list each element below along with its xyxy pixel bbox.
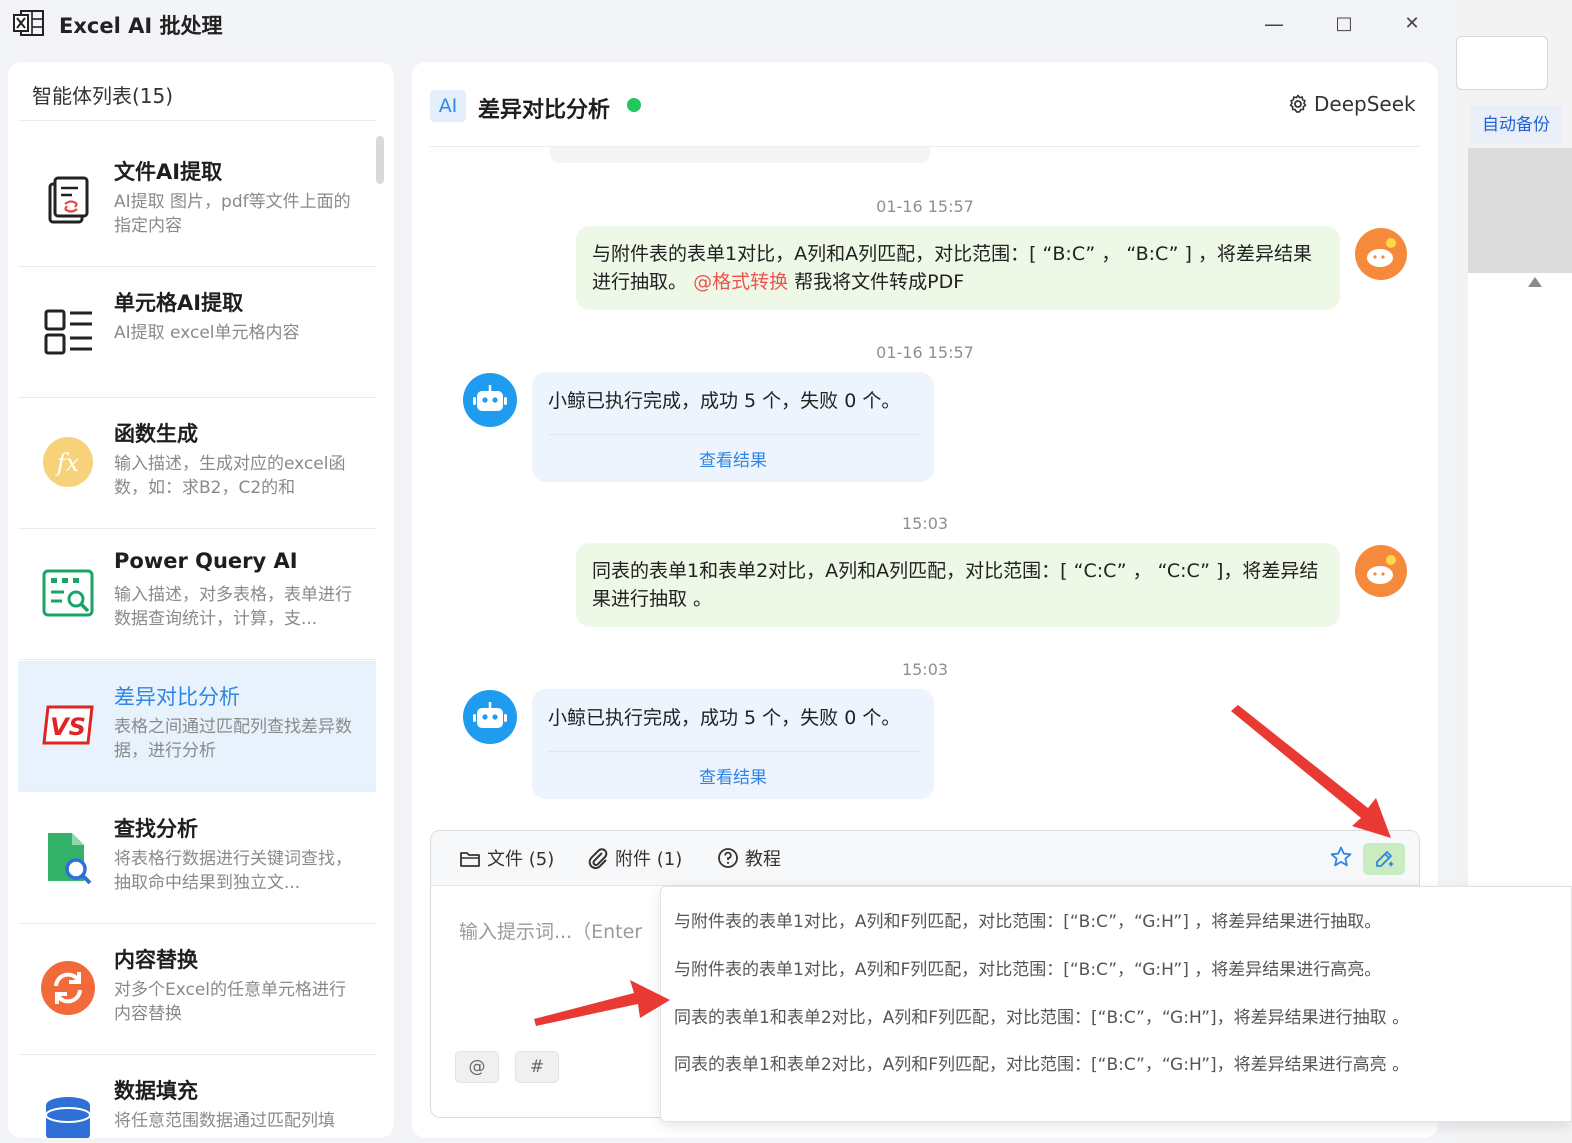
suggestion-item[interactable]: 与附件表的表单1对比，A列和F列匹配，对比范围：[“B:C”，“G:H”] ，将… (674, 907, 1381, 932)
tutorial-label: 教程 (745, 849, 781, 870)
background-list (1468, 273, 1572, 893)
view-result-link[interactable]: 查看结果 (532, 446, 934, 471)
vs-icon: VS (42, 705, 94, 745)
agent-item-search-analysis[interactable]: 查找分析 将表格行数据进行关键词查找，抽取命中结果到独立文... (18, 793, 376, 924)
divider (548, 434, 920, 435)
previous-message-stub (550, 147, 930, 163)
agent-description: 对多个Excel的任意单元格进行内容替换 (114, 980, 347, 1024)
agent-mention[interactable]: @格式转换 (693, 271, 788, 293)
agent-description: 输入描述，生成对应的excel函数，如：求B2，C2的和 (114, 454, 346, 498)
agent-name: 内容替换 (114, 948, 198, 972)
excel-app-icon (13, 10, 44, 36)
ai-badge: AI (430, 90, 466, 122)
suggestion-item[interactable]: 与附件表的表单1对比，A列和F列匹配，对比范围：[“B:C”，“G:H”] ，将… (674, 955, 1381, 980)
user-message-bubble: 与附件表的表单1对比，A列和A列匹配，对比范围：[ “B:C” ， “B:C” … (576, 226, 1340, 310)
agent-item-file-ai-extract[interactable]: 文件AI提取 AI提取 图片，pdf等文件上面的指定内容 (18, 136, 376, 267)
auto-backup-button[interactable]: 自动备份 (1470, 106, 1562, 144)
svg-text:VS: VS (50, 713, 86, 741)
close-button[interactable]: ✕ (1392, 8, 1432, 40)
attachments-button[interactable]: 附件 (1) (587, 845, 682, 871)
model-name: DeepSeek (1314, 92, 1416, 116)
query-table-icon (42, 569, 94, 617)
mention-chip-button[interactable]: @ (455, 1051, 499, 1083)
agent-item-diff-compare[interactable]: VS 差异对比分析 表格之间通过匹配列查找差异数据，进行分析 (18, 661, 376, 792)
agent-description: AI提取 excel单元格内容 (114, 323, 300, 343)
agent-name: 数据填充 (114, 1079, 198, 1103)
message-text: 同表的表单1和表单2对比，A列和A列匹配，对比范围：[ “C:C” ， “C:C… (592, 560, 1319, 610)
folder-icon (460, 852, 480, 867)
suggestion-item[interactable]: 同表的表单1和表单2对比，A列和F列匹配，对比范围：[“B:C”，“G:H”]，… (674, 1003, 1409, 1028)
files-button[interactable]: 文件 (5) (459, 845, 554, 871)
minimize-button[interactable]: — (1254, 8, 1294, 40)
replace-icon (41, 961, 95, 1015)
message-timestamp: 15:03 (901, 514, 949, 533)
background-input[interactable] (1456, 36, 1548, 90)
online-status-dot (627, 98, 641, 112)
agent-description: 表格之间通过匹配列查找差异数据，进行分析 (114, 717, 352, 761)
tag-chip-button[interactable]: # (515, 1051, 559, 1083)
divider (548, 751, 920, 752)
suggestion-item[interactable]: 同表的表单1和表单2对比，A列和F列匹配，对比范围：[“B:C”，“G:H”]，… (674, 1050, 1409, 1075)
agent-item-function-generate[interactable]: fx 函数生成 输入描述，生成对应的excel函数，如：求B2，C2的和 (18, 398, 376, 529)
svg-text:fx: fx (55, 449, 80, 477)
prompt-input[interactable]: 输入提示词...（Enter (459, 917, 642, 944)
message-timestamp: 01-16 15:57 (876, 343, 974, 362)
tutorial-button[interactable]: 教程 (717, 845, 781, 871)
agent-name: 查找分析 (114, 817, 198, 841)
input-toolbar: 文件 (5) 附件 (1) 教程 (431, 831, 1419, 886)
user-message-bubble: 同表的表单1和表单2对比，A列和A列匹配，对比范围：[ “C:C” ， “C:C… (576, 543, 1340, 627)
agent-list-header: 智能体列表(15) (32, 84, 174, 108)
file-search-icon (48, 833, 92, 885)
gear-icon (1289, 94, 1307, 113)
background-panel (1468, 148, 1572, 273)
agent-item-cell-ai-extract[interactable]: 单元格AI提取 AI提取 excel单元格内容 (18, 267, 376, 398)
title-bar: Excel AI 批处理 — □ ✕ (0, 0, 1456, 50)
agent-description: 输入描述，对多表格，表单进行数据查询统计，计算，支... (114, 585, 352, 629)
message-text-after: 帮我将文件转成PDF (794, 271, 965, 293)
scroll-up-arrow-icon[interactable] (1528, 277, 1542, 287)
favorite-star-icon[interactable] (1329, 845, 1353, 869)
agent-name: 单元格AI提取 (114, 291, 244, 315)
agent-list-panel: 智能体列表(15) 文件AI提取 AI提取 图片，pdf等文件上面的指定内容 单… (8, 62, 394, 1138)
agent-item-data-fill[interactable]: 数据填充 将任意范围数据通过匹配列填 (18, 1055, 376, 1138)
message-timestamp: 01-16 15:57 (876, 197, 974, 216)
prompt-suggestions-popup: 与附件表的表单1对比，A列和F列匹配，对比范围：[“B:C”，“G:H”] ，将… (660, 886, 1572, 1122)
attachments-label: 附件 (1) (615, 849, 683, 870)
user-avatar (1355, 545, 1407, 597)
agent-description: AI提取 图片，pdf等文件上面的指定内容 (114, 192, 351, 236)
agent-description: 将表格行数据进行关键词查找，抽取命中结果到独立文... (114, 849, 352, 893)
paperclip-icon (588, 848, 608, 869)
files-label: 文件 (5) (487, 849, 555, 870)
divider (18, 120, 376, 121)
message-timestamp: 15:03 (901, 660, 949, 679)
agent-list-scrollbar[interactable] (376, 136, 384, 184)
agent-name: 函数生成 (114, 422, 198, 446)
view-result-link[interactable]: 查看结果 (532, 763, 934, 788)
function-fx-icon: fx (43, 437, 93, 487)
robot-avatar-icon (463, 690, 517, 744)
magic-pen-icon (1376, 851, 1394, 867)
model-selector[interactable]: DeepSeek (1288, 92, 1416, 116)
agent-item-content-replace[interactable]: 内容替换 对多个Excel的任意单元格进行内容替换 (18, 924, 376, 1055)
document-extract-icon (48, 176, 89, 224)
agent-item-power-query-ai[interactable]: Power Query AI 输入描述，对多表格，表单进行数据查询统计，计算，支… (18, 529, 376, 660)
bot-message-bubble: 小鲸已执行完成，成功 5 个，失败 0 个。 查看结果 (532, 372, 934, 482)
user-avatar (1355, 228, 1407, 280)
message-text: 小鲸已执行完成，成功 5 个，失败 0 个。 (548, 390, 901, 412)
bot-message-bubble: 小鲸已执行完成，成功 5 个，失败 0 个。 查看结果 (532, 689, 934, 799)
prompt-suggestions-button[interactable] (1363, 843, 1405, 875)
chat-title: 差异对比分析 (478, 98, 611, 123)
agent-description: 将任意范围数据通过匹配列填 (114, 1111, 335, 1131)
maximize-button[interactable]: □ (1324, 8, 1364, 40)
database-icon (45, 1097, 91, 1138)
robot-avatar-icon (463, 373, 517, 427)
agent-name: 差异对比分析 (114, 685, 240, 709)
help-icon (718, 848, 738, 868)
agent-name: Power Query AI (114, 549, 298, 573)
cell-list-icon (44, 309, 92, 355)
agent-name: 文件AI提取 (114, 160, 223, 184)
chat-messages: 01-16 15:57 与附件表的表单1对比，A列和A列匹配，对比范围：[ “B… (430, 147, 1420, 815)
message-text: 小鲸已执行完成，成功 5 个，失败 0 个。 (548, 707, 901, 729)
window-title: Excel AI 批处理 (59, 14, 223, 38)
